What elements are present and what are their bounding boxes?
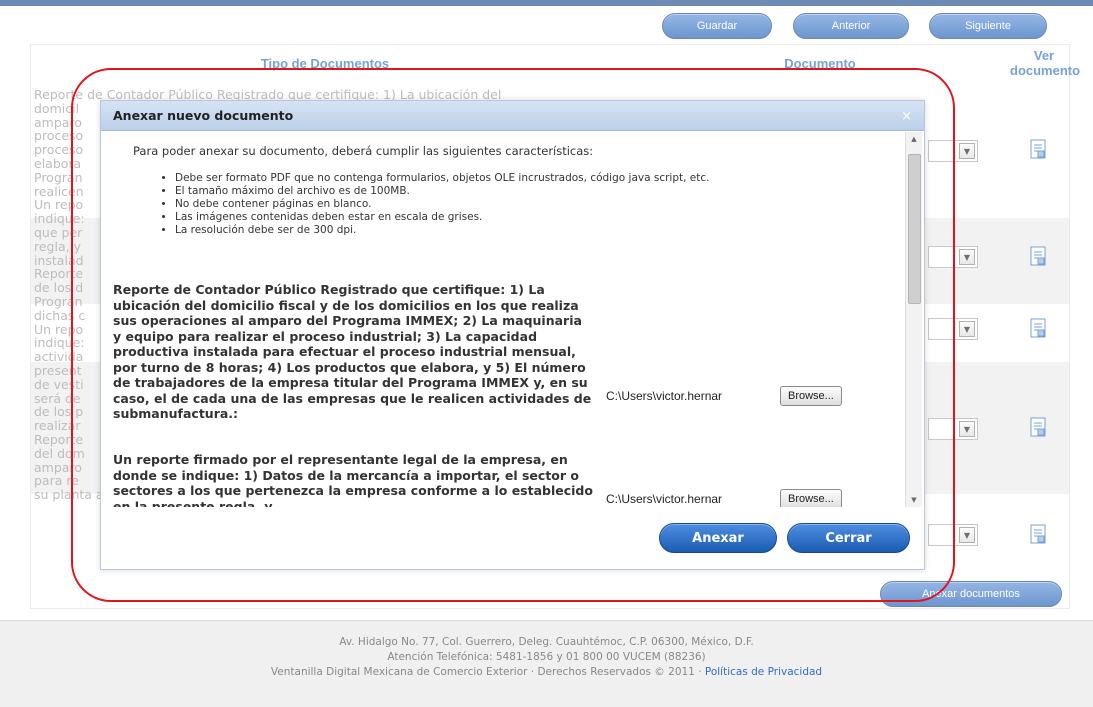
file-path-input[interactable]: C:\Users\victor.hernar (606, 492, 778, 506)
dialog-scrollbar[interactable]: ▲ ▼ (905, 132, 922, 507)
scrollbar-thumb[interactable] (908, 154, 921, 304)
requirement-item: El tamaño máximo del archivo es de 100MB… (175, 185, 883, 198)
dialog-body: Para poder anexar su documento, deberá c… (101, 132, 924, 507)
footer-rights: Ventanilla Digital Mexicana de Comercio … (270, 666, 705, 678)
dialog-title-text: Anexar nuevo documento (113, 108, 294, 123)
requirement-item: Debe ser formato PDF que no contenga for… (175, 172, 883, 185)
requirements-intro: Para poder anexar su documento, deberá c… (133, 144, 594, 158)
requirement-item: No debe contener páginas en blanco. (175, 198, 883, 211)
browse-button[interactable]: Browse... (780, 386, 842, 406)
dialog-title: Anexar nuevo documento (101, 101, 924, 131)
file-path-input[interactable]: C:\Users\victor.hernar (606, 389, 778, 403)
close-button[interactable]: Cerrar (787, 523, 910, 553)
requirement-item: La resolución debe ser de 300 dpi. (175, 224, 883, 237)
requirements-list: Debe ser formato PDF que no contenga for… (163, 172, 883, 237)
close-icon[interactable]: × (901, 109, 912, 124)
browse-button[interactable]: Browse... (780, 489, 842, 507)
attach-button[interactable]: Anexar (659, 523, 777, 553)
document-description: Reporte de Contador Público Registrado q… (113, 282, 592, 421)
file-upload-field[interactable]: C:\Users\victor.hernar Browse... (606, 489, 842, 507)
scroll-down-icon[interactable]: ▼ (906, 493, 922, 507)
footer: Av. Hidalgo No. 77, Col. Guerrero, Deleg… (0, 620, 1093, 707)
footer-phone: Atención Telefónica: 5481-1856 y 01 800 … (387, 651, 706, 663)
document-description: Un reporte firmado por el representante … (113, 452, 593, 507)
requirement-item: Las imágenes contenidas deben estar en e… (175, 211, 883, 224)
privacy-link[interactable]: Políticas de Privacidad (705, 666, 822, 678)
scroll-up-icon[interactable]: ▲ (906, 132, 922, 146)
attach-document-dialog: Anexar nuevo documento × Para poder anex… (100, 100, 925, 570)
footer-address: Av. Hidalgo No. 77, Col. Guerrero, Deleg… (339, 636, 754, 648)
footer-rights-line: Ventanilla Digital Mexicana de Comercio … (0, 665, 1093, 680)
file-upload-field[interactable]: C:\Users\victor.hernar Browse... (606, 386, 842, 406)
